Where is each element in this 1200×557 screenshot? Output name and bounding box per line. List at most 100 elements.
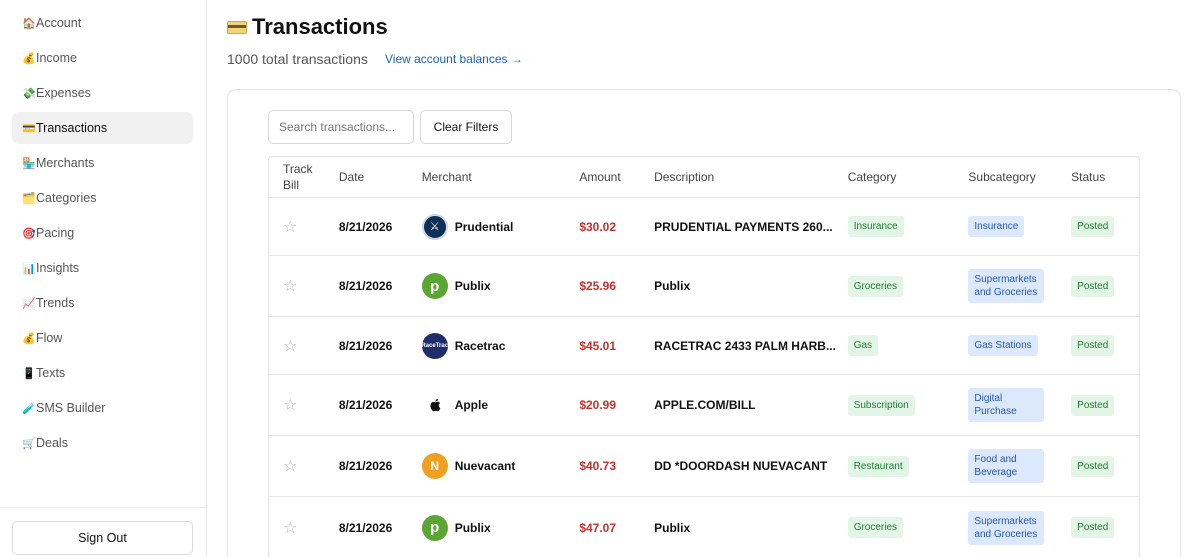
status-cell: Posted bbox=[1071, 335, 1139, 356]
track-bill-cell: ☆ bbox=[269, 336, 339, 356]
category-cell: Groceries bbox=[847, 275, 969, 297]
status-badge: Posted bbox=[1071, 335, 1115, 356]
sidebar-item-pacing[interactable]: 🎯 Pacing bbox=[12, 217, 193, 249]
search-input[interactable] bbox=[268, 110, 414, 144]
sidebar-item-icon: 🏠 bbox=[22, 17, 36, 30]
sidebar-item-label: Deals bbox=[36, 436, 68, 450]
sidebar: 🏠 Account 💰 Income 💸 Expenses 💳 Transactions 🏪 Me… bbox=[0, 0, 207, 557]
category-badge[interactable]: Groceries bbox=[847, 275, 904, 297]
header-subcategory[interactable]: Subcategory bbox=[968, 170, 1071, 184]
sidebar-item-insights[interactable]: 📊 Insights bbox=[12, 252, 193, 284]
star-icon[interactable]: ☆ bbox=[283, 458, 297, 475]
merchant-cell: N Nuevacant bbox=[421, 453, 580, 479]
date-cell: 8/21/2026 bbox=[338, 279, 393, 293]
sidebar-item-icon: 📈 bbox=[22, 297, 36, 310]
merchant-logo-icon bbox=[421, 392, 448, 418]
table-row[interactable]: ☆ 8/21/2026 p Publix $25.96 Publix Groceries Su… bbox=[269, 256, 1139, 317]
category-badge[interactable]: Insurance bbox=[847, 216, 904, 237]
description-cell: Publix bbox=[654, 279, 691, 293]
star-icon[interactable]: ☆ bbox=[283, 338, 297, 355]
track-bill-cell: ☆ bbox=[269, 456, 339, 476]
sidebar-item-label: Account bbox=[36, 16, 82, 30]
subcategory-badge[interactable]: Insurance bbox=[968, 216, 1025, 237]
header-status[interactable]: Status bbox=[1071, 170, 1139, 184]
header-category[interactable]: Category bbox=[848, 170, 969, 184]
sidebar-item-label: Flow bbox=[36, 331, 63, 345]
sidebar-item-icon: 🛒 bbox=[22, 437, 36, 450]
sidebar-item-icon: 💸 bbox=[22, 87, 36, 100]
star-icon[interactable]: ☆ bbox=[283, 520, 297, 537]
subcategory-badge[interactable]: Gas Stations bbox=[968, 335, 1038, 356]
sidebar-item-icon: 💳 bbox=[22, 122, 36, 135]
sidebar-item-trends[interactable]: 📈 Trends bbox=[12, 287, 193, 319]
table-row[interactable]: ☆ 8/21/2026 N Nuevacant $40.73 DD *DOORDASH N… bbox=[269, 436, 1139, 497]
description-cell: DD *DOORDASH NUEVACANT bbox=[654, 459, 828, 473]
sign-out-button[interactable]: Sign Out bbox=[12, 521, 193, 555]
subcategory-badge[interactable]: Digital Purchase bbox=[968, 388, 1045, 422]
category-badge[interactable]: Groceries bbox=[847, 517, 904, 538]
category-cell: Groceries bbox=[847, 517, 969, 538]
date-cell: 8/21/2026 bbox=[338, 338, 393, 353]
header-description[interactable]: Description bbox=[654, 170, 848, 184]
sidebar-item-label: Pacing bbox=[36, 226, 75, 240]
sidebar-item-icon: 📱 bbox=[22, 367, 36, 380]
subcategory-cell: Supermarkets and Groceries bbox=[968, 510, 1071, 545]
subcategory-badge[interactable]: Supermarkets and Groceries bbox=[968, 510, 1045, 545]
page-title: Transactions bbox=[227, 14, 388, 40]
category-badge[interactable]: Restaurant bbox=[847, 455, 909, 477]
merchant-name[interactable]: Racetrac bbox=[455, 339, 506, 353]
status-badge: Posted bbox=[1071, 517, 1115, 538]
header-merchant[interactable]: Merchant bbox=[422, 170, 580, 184]
header-track-bill: Track Bill bbox=[269, 161, 339, 193]
merchant-logo-icon: RaceTrac bbox=[421, 332, 448, 359]
sidebar-item-income[interactable]: 💰 Income bbox=[12, 42, 193, 74]
category-badge[interactable]: Subscription bbox=[847, 394, 915, 416]
status-badge: Posted bbox=[1071, 394, 1115, 416]
merchant-name[interactable]: Nuevacant bbox=[455, 459, 516, 473]
star-icon[interactable]: ☆ bbox=[283, 397, 297, 414]
sidebar-item-icon: 🎯 bbox=[22, 227, 36, 240]
sidebar-item-icon: 🧪 bbox=[22, 402, 36, 415]
status-badge: Posted bbox=[1071, 455, 1115, 477]
merchant-name[interactable]: Prudential bbox=[455, 220, 514, 234]
sidebar-item-transactions[interactable]: 💳 Transactions bbox=[12, 112, 193, 144]
star-icon[interactable]: ☆ bbox=[283, 278, 297, 295]
sidebar-item-icon: 💰 bbox=[22, 332, 36, 345]
header-track-line2: Bill bbox=[283, 178, 300, 192]
main-content: Transactions 1000 total transactions Vie… bbox=[207, 0, 1200, 557]
view-account-balances-link[interactable]: View account balances → bbox=[385, 52, 523, 66]
sidebar-item-deals[interactable]: 🛒 Deals bbox=[12, 427, 193, 459]
sidebar-item-texts[interactable]: 📱 Texts bbox=[12, 357, 193, 389]
table-row[interactable]: ☆ 8/21/2026 ⚔ Prudential $30.02 PRUDENTIAL PA… bbox=[269, 198, 1139, 256]
sidebar-item-label: Categories bbox=[36, 191, 97, 205]
merchant-name[interactable]: Publix bbox=[455, 521, 491, 535]
sidebar-item-merchants[interactable]: 🏪 Merchants bbox=[12, 147, 193, 179]
clear-filters-button[interactable]: Clear Filters bbox=[420, 110, 512, 144]
sidebar-item-categories[interactable]: 🗂️ Categories bbox=[12, 182, 193, 214]
subcategory-badge[interactable]: Food and Beverage bbox=[968, 449, 1045, 483]
merchant-cell: p Publix bbox=[421, 273, 580, 299]
subcategory-cell: Digital Purchase bbox=[968, 388, 1071, 422]
sidebar-item-flow[interactable]: 💰 Flow bbox=[12, 322, 193, 354]
date-cell: 8/21/2026 bbox=[338, 219, 393, 234]
sidebar-item-sms-builder[interactable]: 🧪 SMS Builder bbox=[12, 392, 193, 424]
star-icon[interactable]: ☆ bbox=[283, 219, 297, 236]
header-amount[interactable]: Amount bbox=[579, 170, 654, 184]
table-row[interactable]: ☆ 8/21/2026 p Publix $47.07 Publix Groceries Su… bbox=[269, 497, 1139, 557]
sidebar-item-account[interactable]: 🏠 Account bbox=[12, 7, 193, 39]
sidebar-item-label: Trends bbox=[36, 296, 75, 310]
category-cell: Subscription bbox=[847, 394, 969, 416]
merchant-name[interactable]: Apple bbox=[455, 398, 488, 412]
table-row[interactable]: ☆ 8/21/2026 Apple $20.99 APPLE.COM/BILL Subsc… bbox=[269, 375, 1139, 436]
category-badge[interactable]: Gas bbox=[847, 335, 879, 356]
header-date[interactable]: Date bbox=[339, 170, 422, 184]
track-bill-cell: ☆ bbox=[269, 276, 339, 296]
sidebar-footer: Sign Out bbox=[0, 507, 206, 557]
sidebar-item-label: Merchants bbox=[36, 156, 95, 170]
table-row[interactable]: ☆ 8/21/2026 RaceTrac Racetrac $45.01 RACETRAC… bbox=[269, 317, 1139, 375]
subcategory-badge[interactable]: Supermarkets and Groceries bbox=[968, 269, 1045, 303]
amount-cell: $40.73 bbox=[579, 459, 617, 473]
merchant-name[interactable]: Publix bbox=[455, 279, 491, 293]
sidebar-item-expenses[interactable]: 💸 Expenses bbox=[12, 77, 193, 109]
header-track-line1: Track bbox=[283, 162, 313, 176]
